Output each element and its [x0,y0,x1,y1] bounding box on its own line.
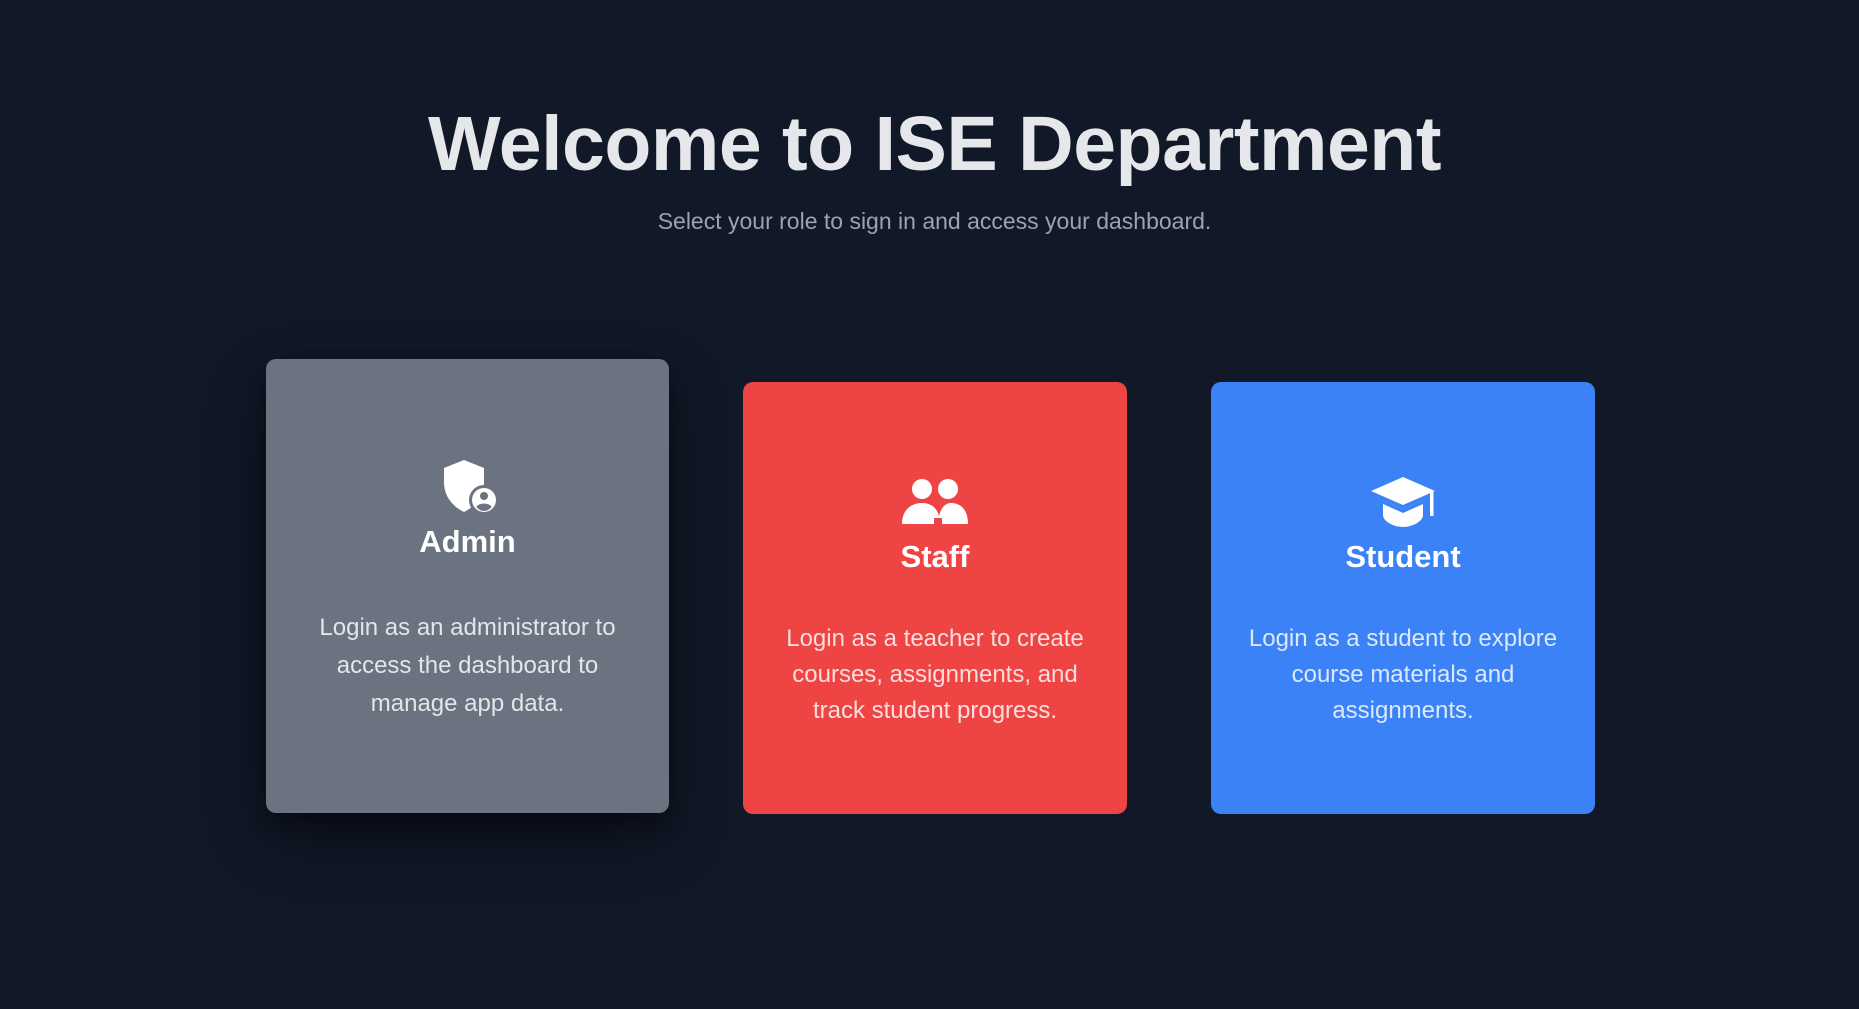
student-card-description: Login as a student to explore course mat… [1248,625,1558,724]
admin-card-description: Login as an administrator to access the … [319,614,616,717]
student-role-card[interactable]: Student Login as a student to explore co… [1211,382,1595,814]
staff-card-title: Staff [900,539,970,574]
admin-role-card[interactable]: Admin Login as an administrator to acces… [266,359,669,813]
admin-card-title: Admin [419,524,516,559]
page-title: Welcome to ISE Department [428,101,1441,187]
graduation-cap-icon [1371,477,1435,527]
page-subtitle: Select your role to sign in and access y… [657,208,1212,234]
users-icon [902,479,968,524]
staff-role-card[interactable]: Staff Login as a teacher to create cours… [743,382,1127,814]
shield-user-icon [443,460,498,515]
staff-card-description: Login as a teacher to create courses, as… [786,625,1084,724]
role-select-page: Welcome to ISE Department Select your ro… [0,0,1859,1009]
student-card-title: Student [1345,539,1461,574]
